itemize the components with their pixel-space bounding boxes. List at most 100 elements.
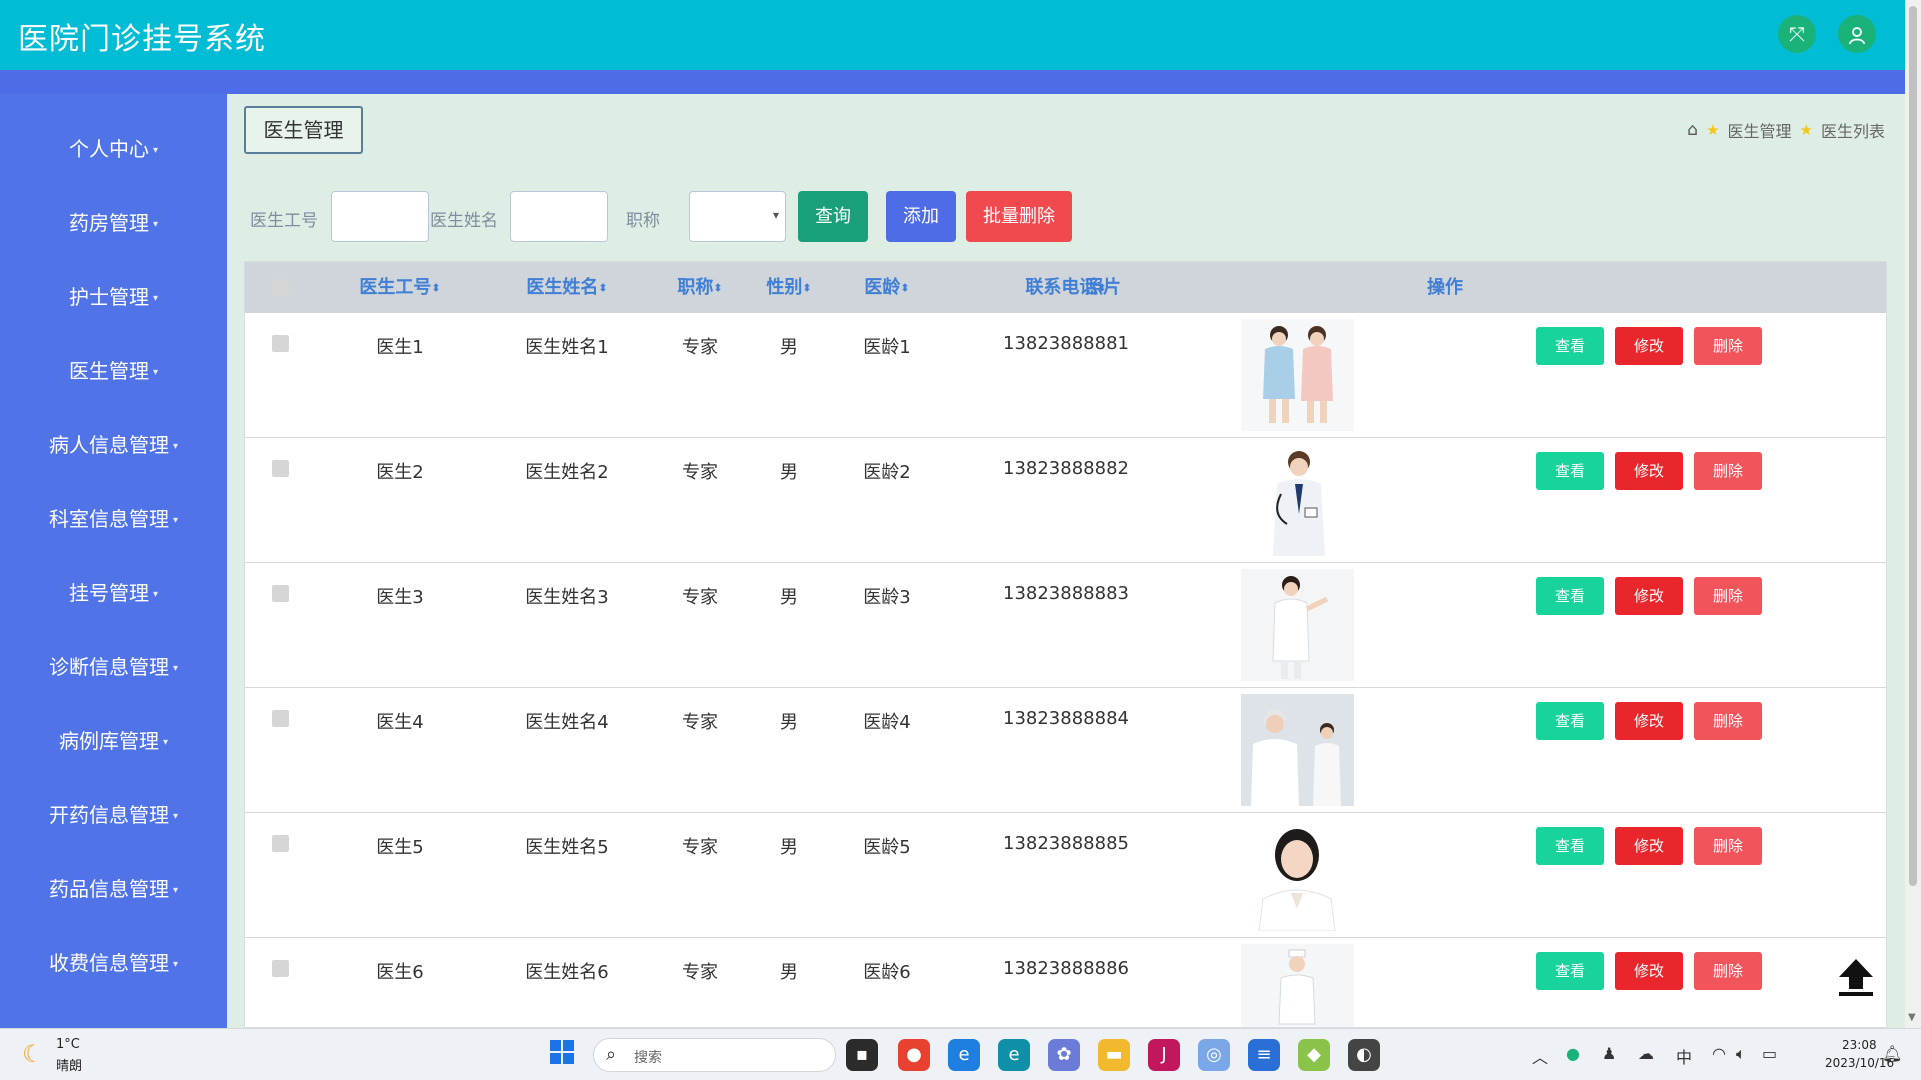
row-checkbox[interactable] xyxy=(272,585,289,602)
sidebar-item-diagnosis[interactable]: 诊断信息管理 ▾ xyxy=(0,647,227,687)
row-checkbox[interactable] xyxy=(272,960,289,977)
chevron-up-icon[interactable]: ︿ xyxy=(1532,1044,1548,1068)
cell-title: 专家 xyxy=(682,587,718,608)
sidebar-item-label: 个人中心 xyxy=(68,137,149,161)
scroll-down-icon[interactable]: ▼ xyxy=(1908,1012,1916,1023)
sidebar-item-billing[interactable]: 收费信息管理 ▾ xyxy=(0,943,227,983)
column-header-age[interactable]: 医龄⬍ xyxy=(854,262,920,313)
weather-description[interactable]: 晴朗 xyxy=(56,1055,82,1074)
back-to-top-icon[interactable] xyxy=(1835,955,1877,1005)
delete-button[interactable]: 删除 xyxy=(1694,452,1762,490)
doctor-photo xyxy=(1241,694,1354,806)
column-header-doctor-name[interactable]: 医生姓名⬍ xyxy=(507,262,627,313)
cloud-icon[interactable]: ☁ xyxy=(1638,1044,1654,1063)
column-header-photo: 照片 xyxy=(1085,277,1121,298)
view-button[interactable]: 查看 xyxy=(1536,327,1604,365)
file-explorer-icon[interactable]: ▬ xyxy=(1098,1039,1130,1071)
breadcrumb-item[interactable]: 医生管理 xyxy=(1728,118,1792,142)
doctor-no-input[interactable] xyxy=(331,191,429,242)
chrome-icon[interactable]: ● xyxy=(898,1039,930,1071)
app-icon[interactable]: ✿ xyxy=(1048,1039,1080,1071)
table-header: 医生工号⬍ 医生姓名⬍ 职称⬍ 性别⬍ 医龄⬍ 联系电话⬍ 照片 操作 xyxy=(245,262,1886,313)
notification-bell-icon[interactable]: 🔔︎ xyxy=(1882,1044,1902,1063)
delete-button[interactable]: 删除 xyxy=(1694,577,1762,615)
delete-button[interactable]: 删除 xyxy=(1694,327,1762,365)
row-checkbox[interactable] xyxy=(272,835,289,852)
doctor-photo xyxy=(1241,944,1354,1027)
view-button[interactable]: 查看 xyxy=(1536,577,1604,615)
table-row: 医生5 医生姓名5 专家 男 医龄5 13823888885 查看 修改 删除 xyxy=(245,813,1886,938)
view-button[interactable]: 查看 xyxy=(1536,452,1604,490)
query-button[interactable]: 查询 xyxy=(798,191,868,242)
sidebar-item-prescription[interactable]: 开药信息管理 ▾ xyxy=(0,795,227,835)
clock-time[interactable]: 23:08 xyxy=(1842,1038,1877,1052)
cell-age: 医龄6 xyxy=(863,962,911,983)
title-select[interactable]: ▾ xyxy=(689,191,786,242)
row-checkbox[interactable] xyxy=(272,335,289,352)
sidebar-item-personal-center[interactable]: 个人中心 ▾ xyxy=(0,129,227,169)
view-button[interactable]: 查看 xyxy=(1536,702,1604,740)
delete-button[interactable]: 删除 xyxy=(1694,827,1762,865)
volume-icon[interactable]: 🔈︎ xyxy=(1736,1044,1746,1064)
scrollbar-thumb[interactable] xyxy=(1909,6,1917,886)
sidebar-item-medicine[interactable]: 药品信息管理 ▾ xyxy=(0,869,227,909)
windows-start-icon[interactable] xyxy=(546,1039,578,1071)
weather-temperature[interactable]: 1°C xyxy=(56,1037,80,1052)
sidebar-item-department[interactable]: 科室信息管理 ▾ xyxy=(0,499,227,539)
qq-icon[interactable]: ♟ xyxy=(1602,1044,1616,1063)
column-header-gender[interactable]: 性别⬍ xyxy=(756,262,822,313)
delete-button[interactable]: 删除 xyxy=(1694,702,1762,740)
cell-phone: 13823888882 xyxy=(1003,458,1129,479)
taskbar-search-input[interactable]: ⌕ 搜索 xyxy=(593,1038,836,1072)
input-method-icon[interactable]: 中 xyxy=(1676,1044,1692,1068)
app-icon[interactable]: ◎ xyxy=(1198,1039,1230,1071)
cell-phone: 13823888884 xyxy=(1003,708,1129,729)
sidebar-item-doctor[interactable]: 医生管理 ▾ xyxy=(0,351,227,391)
task-view-icon[interactable]: ▪ xyxy=(846,1039,878,1071)
battery-icon[interactable]: ▭ xyxy=(1762,1044,1777,1063)
star-icon: ★ xyxy=(1706,121,1720,139)
fullscreen-icon[interactable]: ⤧ xyxy=(1778,15,1816,53)
user-icon[interactable] xyxy=(1838,15,1876,53)
sidebar-item-patient[interactable]: 病人信息管理 ▾ xyxy=(0,425,227,465)
view-button[interactable]: 查看 xyxy=(1536,952,1604,990)
app-icon[interactable]: ◆ xyxy=(1298,1039,1330,1071)
edit-button[interactable]: 修改 xyxy=(1615,327,1683,365)
add-button[interactable]: 添加 xyxy=(886,191,956,242)
home-icon[interactable]: ⌂ xyxy=(1687,120,1698,140)
sidebar-item-pharmacy[interactable]: 药房管理 ▾ xyxy=(0,203,227,243)
wifi-icon[interactable]: ◠ xyxy=(1712,1044,1726,1063)
edge-icon[interactable]: e xyxy=(998,1039,1030,1071)
column-header-title[interactable]: 职称⬍ xyxy=(667,262,733,313)
row-checkbox[interactable] xyxy=(272,460,289,477)
app-icon[interactable]: ◐ xyxy=(1348,1039,1380,1071)
weather-moon-icon[interactable]: ☾ xyxy=(22,1040,44,1068)
batch-delete-button[interactable]: 批量删除 xyxy=(966,191,1072,242)
edit-button[interactable]: 修改 xyxy=(1615,452,1683,490)
doctor-name-label: 医生姓名 xyxy=(430,211,498,231)
edit-button[interactable]: 修改 xyxy=(1615,577,1683,615)
cell-doctor-no: 医生5 xyxy=(376,837,424,858)
view-button[interactable]: 查看 xyxy=(1536,827,1604,865)
select-all-checkbox[interactable] xyxy=(272,279,289,296)
column-header-doctor-no[interactable]: 医生工号⬍ xyxy=(340,262,460,313)
intellij-icon[interactable]: J xyxy=(1148,1039,1180,1071)
notepad-icon[interactable]: ≡ xyxy=(1248,1039,1280,1071)
cell-doctor-no: 医生4 xyxy=(376,712,424,733)
doctor-name-input[interactable] xyxy=(510,191,608,242)
sidebar-item-registration[interactable]: 挂号管理 ▾ xyxy=(0,573,227,613)
sidebar-item-case-library[interactable]: 病例库管理 ▾ xyxy=(0,721,227,761)
cell-doctor-name: 医生姓名4 xyxy=(525,712,609,733)
sidebar-item-nurse[interactable]: 护士管理 ▾ xyxy=(0,277,227,317)
ie-browser-icon[interactable]: e xyxy=(948,1039,980,1071)
wechat-icon[interactable]: ● xyxy=(1566,1044,1580,1063)
edit-button[interactable]: 修改 xyxy=(1615,952,1683,990)
table-row: 医生6 医生姓名6 专家 男 医龄6 13823888886 查看 修改 删除 xyxy=(245,938,1886,1027)
edit-button[interactable]: 修改 xyxy=(1615,702,1683,740)
row-checkbox[interactable] xyxy=(272,710,289,727)
edit-button[interactable]: 修改 xyxy=(1615,827,1683,865)
vertical-scrollbar[interactable]: ▼ xyxy=(1905,0,1921,1028)
cell-age: 医龄4 xyxy=(863,712,911,733)
cell-doctor-no: 医生6 xyxy=(376,962,424,983)
delete-button[interactable]: 删除 xyxy=(1694,952,1762,990)
